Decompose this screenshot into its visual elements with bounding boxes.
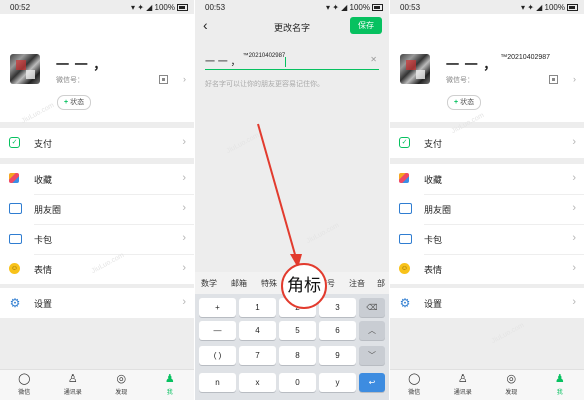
annotation-callout: 角标 xyxy=(281,263,327,309)
annotation-arrow xyxy=(257,123,302,268)
